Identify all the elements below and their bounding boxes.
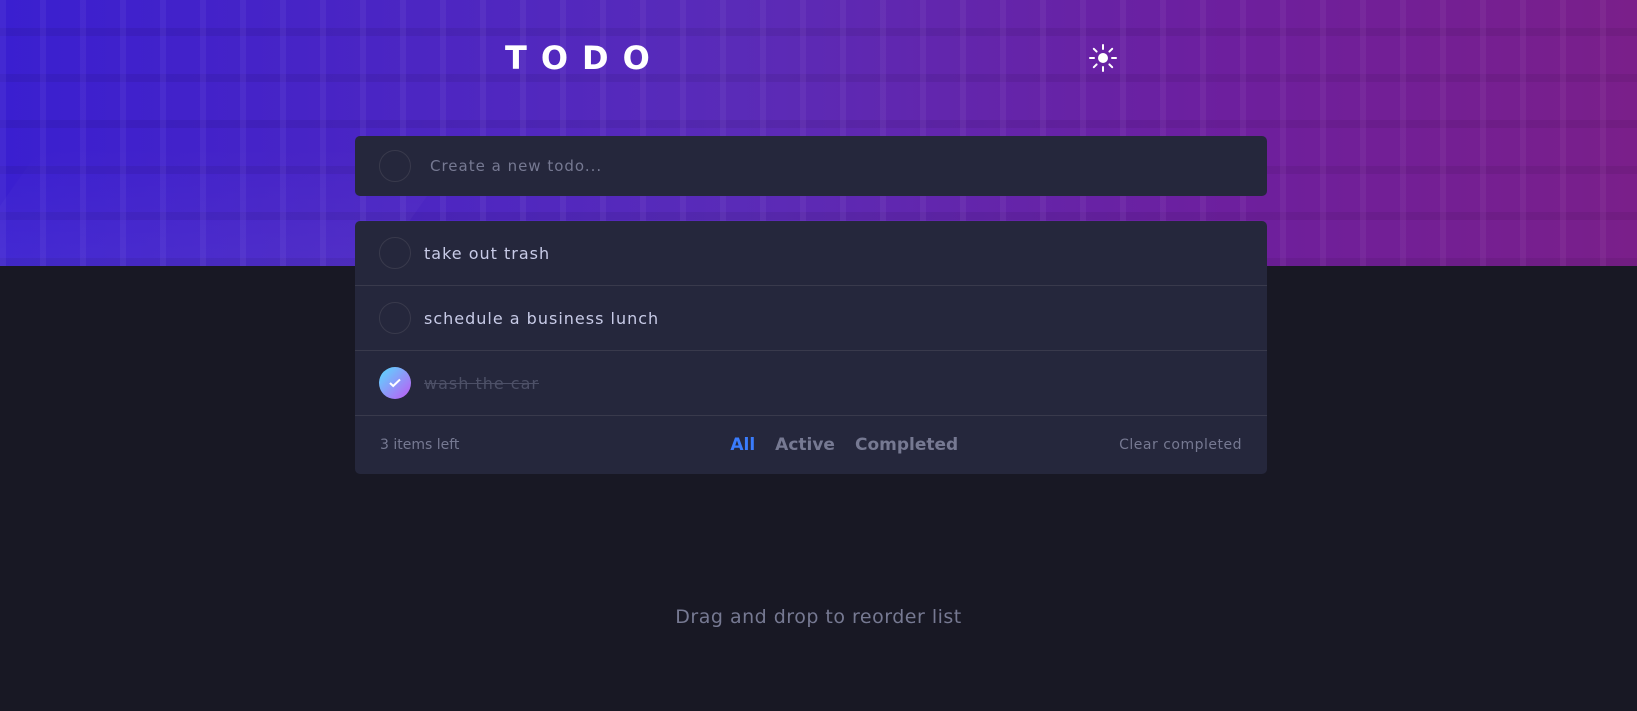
todo-item[interactable]: take out trash [355, 221, 1267, 286]
filter-completed[interactable]: Completed [855, 435, 958, 455]
todo-list: take out trash schedule a business lunch… [355, 221, 1267, 474]
new-todo-input[interactable] [430, 157, 1243, 175]
theme-toggle-button[interactable] [1086, 41, 1120, 75]
new-todo-bar [355, 136, 1267, 196]
app-header: TODO [505, 36, 1120, 80]
sun-icon [1089, 44, 1117, 72]
todo-checkbox[interactable] [379, 237, 411, 269]
filter-all[interactable]: All [730, 435, 755, 455]
todo-item-completed[interactable]: wash the car [355, 351, 1267, 416]
filter-group: All Active Completed [730, 435, 958, 455]
todo-text: take out trash [424, 243, 551, 263]
todo-text: schedule a business lunch [424, 308, 660, 328]
todo-checkbox-checked[interactable] [379, 367, 411, 399]
items-left-count: 3 items left [380, 437, 460, 453]
todo-checkbox[interactable] [379, 302, 411, 334]
filter-active[interactable]: Active [775, 435, 835, 455]
reorder-hint: Drag and drop to reorder list [675, 606, 962, 628]
check-icon [389, 378, 401, 388]
list-footer: 3 items left All Active Completed Clear … [355, 416, 1267, 474]
todo-text: wash the car [424, 373, 539, 393]
todo-item[interactable]: schedule a business lunch [355, 286, 1267, 351]
new-todo-checkbox[interactable] [379, 150, 411, 182]
clear-completed-button[interactable]: Clear completed [1119, 437, 1242, 453]
app-title: TODO [505, 39, 664, 77]
